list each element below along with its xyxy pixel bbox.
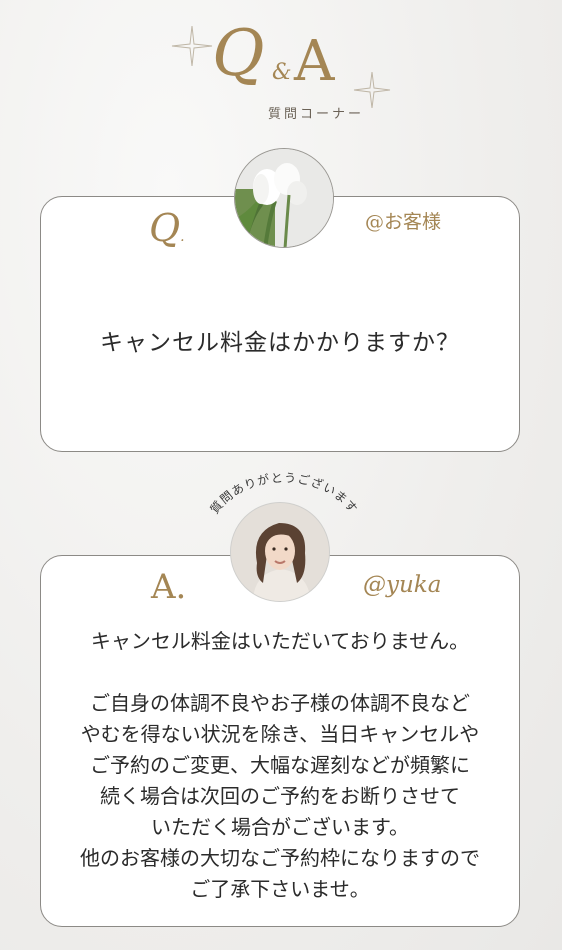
logo-q-letter: Q [212, 17, 265, 91]
answer-line: やむを得ない状況を除き、当日キャンセルや [80, 722, 480, 746]
page-subtitle: 質問コーナー [268, 107, 365, 122]
answer-line: ご自身の体調不良やお子様の体調不良など [90, 691, 470, 715]
customer-handle: @お客様 [365, 211, 442, 233]
answer-mark-label: A. [151, 567, 187, 607]
answer-card: A. @yuka キャンセル料金はいただいておりません。 ご自身の体調不良やお子… [40, 555, 520, 927]
tulip-avatar-icon [234, 148, 334, 248]
answer-text: キャンセル料金はいただいておりません。 ご自身の体調不良やお子様の体調不良など … [51, 626, 509, 905]
staff-handle: @yuka [363, 572, 442, 598]
answer-line: 他のお客様の大切なご予約枠になりますので [80, 846, 480, 870]
sparkle-icon [171, 25, 213, 67]
answer-line-gap [51, 657, 509, 688]
question-text: キャンセル料金はかかりますか？ [100, 330, 460, 356]
logo-ampersand: & [272, 60, 292, 85]
answer-line: ご了承下さいませ。 [190, 877, 370, 901]
answer-line: いただく場合がございます。 [151, 815, 409, 839]
answer-line: キャンセル料金はいただいておりません。 [90, 629, 470, 653]
question-mark-label: Q. [149, 206, 185, 250]
logo-a-letter: A [294, 29, 335, 94]
qa-header: Q & A 質問コーナー [0, 0, 562, 130]
staff-avatar-icon [230, 502, 330, 602]
answer-line: ご予約のご変更、大幅な遅刻などが頻繁に [90, 753, 470, 777]
answer-line: 続く場合は次回のご予約をお断りさせて [100, 784, 460, 808]
